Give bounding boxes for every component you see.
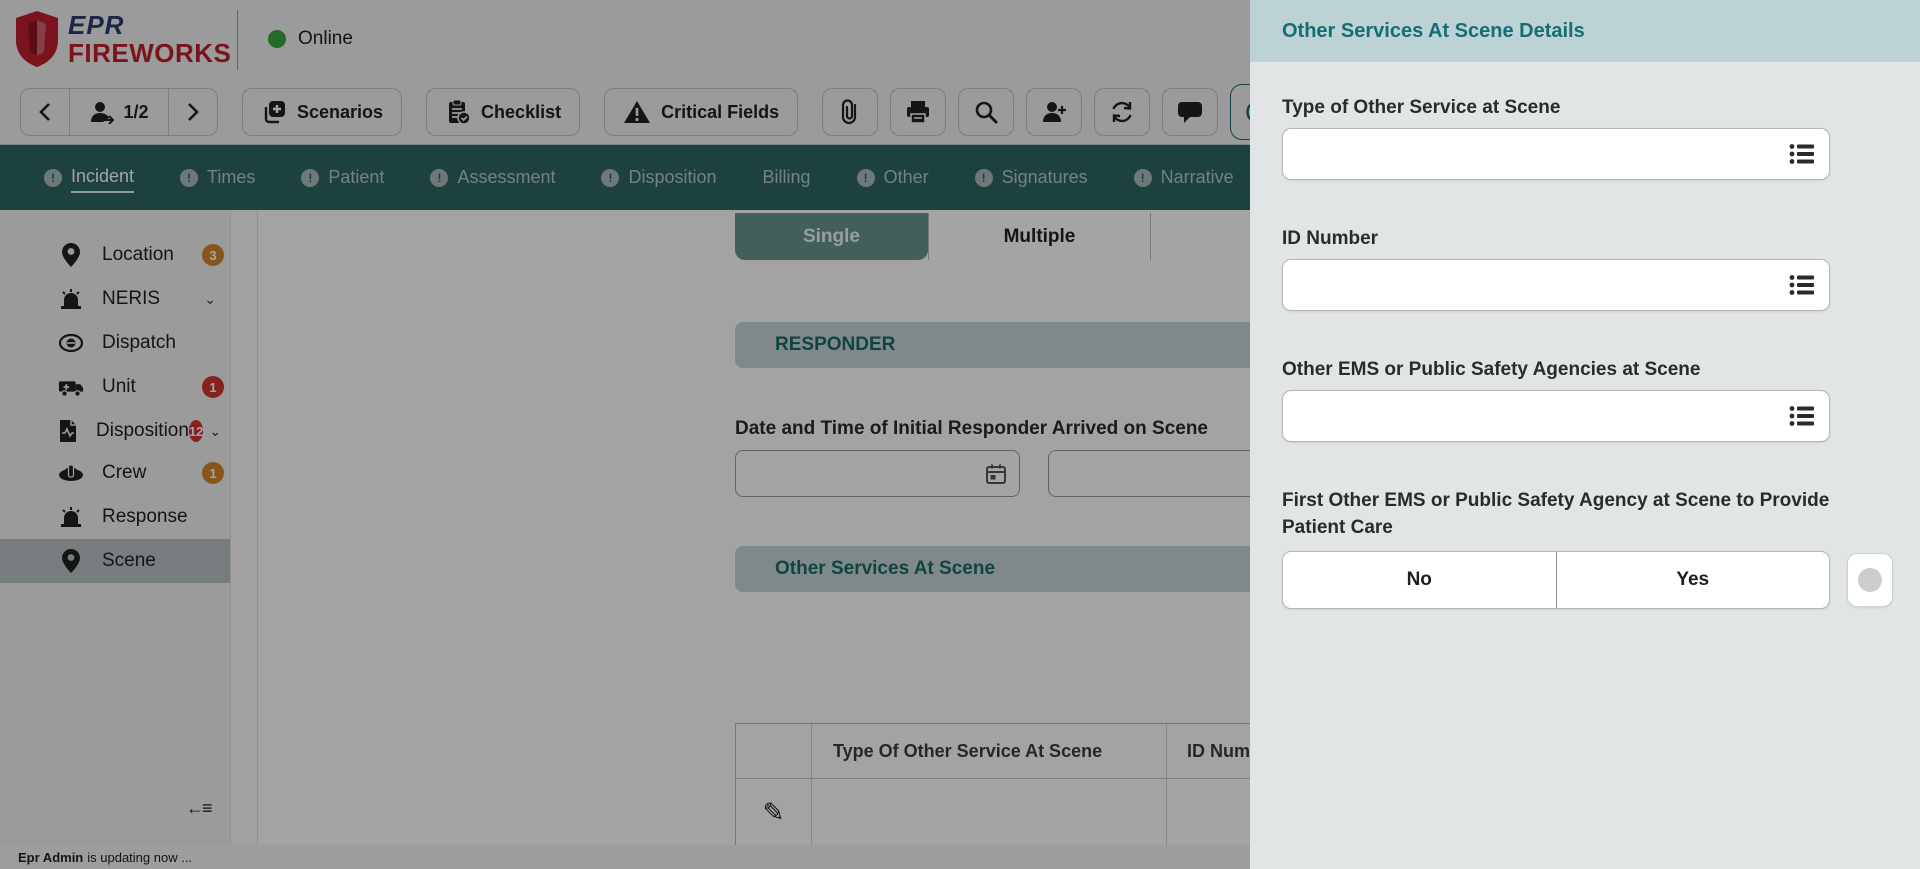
id-number-input-wrap bbox=[1282, 259, 1830, 311]
lookup-list-icon[interactable] bbox=[1789, 274, 1815, 296]
first-agency-yes-button[interactable]: Yes bbox=[1557, 552, 1830, 608]
radio-clear-dot bbox=[1858, 568, 1882, 592]
lookup-list-icon[interactable] bbox=[1789, 143, 1815, 165]
drawer-title: Other Services At Scene Details bbox=[1282, 19, 1585, 42]
id-number-input[interactable] bbox=[1283, 260, 1789, 310]
other-agencies-label: Other EMS or Public Safety Agencies at S… bbox=[1282, 359, 1701, 380]
type-of-service-input-wrap bbox=[1282, 128, 1830, 180]
lookup-list-icon[interactable] bbox=[1789, 405, 1815, 427]
first-agency-clear-button[interactable] bbox=[1847, 553, 1893, 607]
other-agencies-input[interactable] bbox=[1283, 391, 1789, 441]
other-services-details-drawer: Other Services At Scene Details Type of … bbox=[1250, 0, 1920, 869]
type-of-service-input[interactable] bbox=[1283, 129, 1789, 179]
type-of-service-label: Type of Other Service at Scene bbox=[1282, 97, 1561, 118]
modal-dim-overlay[interactable] bbox=[0, 0, 1250, 869]
app-screen: EPR FIREWORKS Online 1/2 Scenarios Check… bbox=[0, 0, 1920, 869]
drawer-header: Other Services At Scene Details bbox=[1250, 0, 1920, 62]
first-agency-bool-group: No Yes bbox=[1282, 551, 1830, 609]
first-agency-no-button[interactable]: No bbox=[1283, 552, 1557, 608]
other-agencies-input-wrap bbox=[1282, 390, 1830, 442]
id-number-label: ID Number bbox=[1282, 228, 1379, 249]
first-agency-label: First Other EMS or Public Safety Agency … bbox=[1282, 490, 1830, 538]
